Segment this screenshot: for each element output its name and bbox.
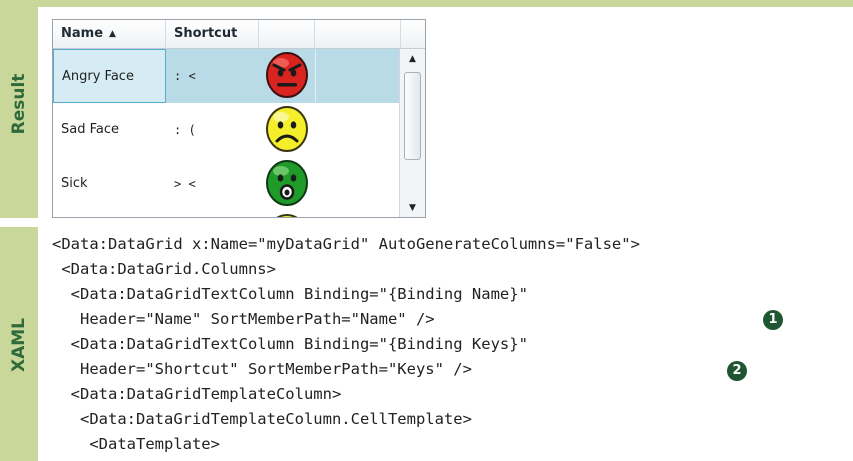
code-line: Header="Shortcut" SortMemberPath="Keys" … [52,360,472,378]
code-line: <Data:DataGridTemplateColumn> [52,385,342,403]
cell-shortcut[interactable]: : < [166,49,259,103]
top-strip [0,0,853,7]
code-line: <Data:DataGridTextColumn Binding="{Bindi… [52,285,528,303]
code-line: <DataTemplate> [52,435,220,453]
table-row[interactable]: Sick > < [53,157,401,211]
data-grid[interactable]: Name ▲ Shortcut Angry Face : < Sad Face … [52,19,426,218]
code-line: <Data:DataGridTextColumn Binding="{Bindi… [52,335,528,353]
table-row[interactable]: Sad Face : ( [53,103,401,157]
xaml-section-bar: XAML [0,227,38,461]
cell-shortcut[interactable]: : ( [166,103,259,157]
result-section-bar: Result [0,7,38,218]
cell-face[interactable] [259,49,315,103]
sick-face-icon [266,160,308,206]
grid-header: Name ▲ Shortcut [53,20,425,49]
column-header-shortcut-label: Shortcut [174,26,238,41]
column-header-shortcut[interactable]: Shortcut [166,20,259,48]
grid-rows: Angry Face : < Sad Face : (Sick > < [53,49,401,217]
table-row[interactable]: Angry Face : < [53,49,401,103]
code-line: <Data:DataGridTemplateColumn.CellTemplat… [52,410,472,428]
code-line: Header="Name" SortMemberPath="Name" /> [52,310,435,328]
cell-name[interactable]: Sick [53,157,166,211]
scroll-up-button[interactable]: ▲ [400,49,425,69]
result-label: Result [9,73,29,135]
code-line: <Data:DataGrid.Columns> [52,260,276,278]
callout-1: 1 [763,310,783,330]
cell-face[interactable] [259,157,315,211]
cell-face[interactable] [259,211,315,217]
column-header-filler [315,20,401,48]
sort-ascending-icon: ▲ [109,29,116,39]
cell-name[interactable]: Sad Face [53,103,166,157]
callout-2: 2 [727,361,747,381]
column-header-name-label: Name [61,26,104,41]
column-header-image[interactable] [259,20,315,48]
column-header-name[interactable]: Name ▲ [53,20,166,48]
sad-face-icon [266,106,308,152]
scroll-thumb[interactable] [404,72,421,160]
angry-face-icon [266,52,308,98]
cell-face[interactable] [259,103,315,157]
yellow-face-icon [276,214,298,217]
table-row[interactable] [53,211,401,217]
code-line: <Data:DataGrid x:Name="myDataGrid" AutoG… [52,235,640,253]
vertical-scrollbar[interactable]: ▲ ▼ [399,49,425,217]
cell-name[interactable]: Angry Face [53,49,166,103]
xaml-label: XAML [9,317,29,373]
scroll-down-button[interactable]: ▼ [400,198,425,217]
cell-shortcut[interactable]: > < [166,157,259,211]
